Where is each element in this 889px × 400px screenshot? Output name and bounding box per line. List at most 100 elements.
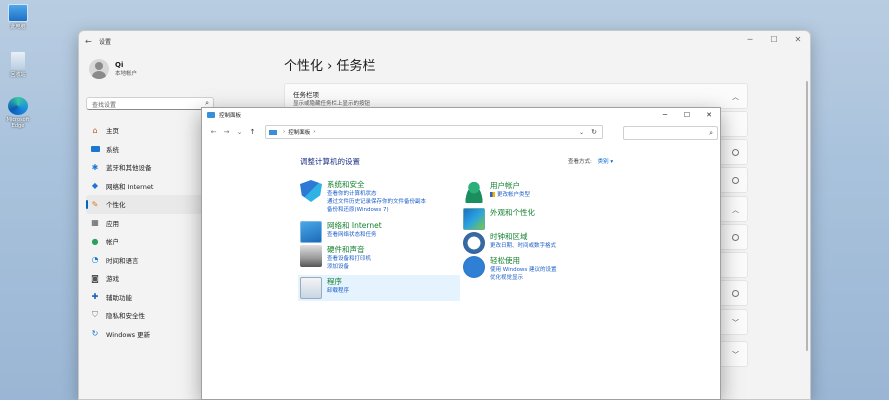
- printer-icon: [300, 245, 322, 267]
- wifi-icon: ◆: [91, 181, 99, 191]
- monitor-icon: [90, 144, 100, 153]
- category-ease-of-access: 轻松使用 使用 Windows 建议的设置 优化视觉显示: [463, 256, 557, 282]
- view-by: 查看方式: 类别 ▾: [568, 159, 614, 165]
- settings-search-input[interactable]: 查找设置 ⌕: [86, 97, 214, 110]
- category-link[interactable]: 优化视觉显示: [490, 274, 557, 282]
- scrollbar[interactable]: [806, 81, 808, 351]
- sidebar-item-personalization[interactable]: ✎ 个性化: [86, 195, 216, 214]
- search-icon: ⌕: [709, 129, 713, 137]
- category-link[interactable]: 更改日期、时间或数字格式: [490, 242, 556, 250]
- maximize-icon[interactable]: ☐: [676, 108, 698, 122]
- category-link[interactable]: 查看网络状态和任务: [327, 231, 382, 239]
- taskbar-items-title: 任务栏项: [293, 91, 319, 99]
- toggle-switch[interactable]: [732, 290, 739, 297]
- sidebar-item-home[interactable]: ⌂ 主页: [86, 121, 216, 140]
- maximize-icon[interactable]: ☐: [762, 31, 786, 47]
- view-by-dropdown[interactable]: 类别 ▾: [598, 159, 614, 165]
- category-title[interactable]: 时钟和区域: [490, 232, 556, 242]
- category-title[interactable]: 系统和安全: [327, 180, 426, 190]
- taskbar-items-panel[interactable]: 任务栏项 显示或隐藏任务栏上显示的按钮 ︿: [284, 83, 748, 109]
- address-segment[interactable]: 控制面板: [288, 128, 310, 136]
- user-card[interactable]: Qi 本地帐户: [89, 59, 137, 79]
- apps-icon: ▦: [91, 218, 99, 228]
- accessibility-icon: ✚: [91, 292, 99, 302]
- control-panel-search-input[interactable]: ⌕: [623, 126, 718, 140]
- address-bar[interactable]: › 控制面板 › ⌄ ↻: [265, 125, 603, 139]
- control-panel-window: 控制面板 ─ ☐ ✕ ← → ⌄ ↑ › 控制面板 › ⌄ ↻ ⌕ 调整计算机的…: [201, 107, 721, 400]
- category-link[interactable]: 查看你的计算机状态: [327, 190, 426, 198]
- toggle-switch[interactable]: [732, 234, 739, 241]
- category-appearance: 外观和个性化: [463, 208, 535, 230]
- category-title[interactable]: 网络和 Internet: [327, 221, 382, 231]
- sidebar-item-accessibility[interactable]: ✚ 辅助功能: [86, 288, 216, 307]
- toggle-switch[interactable]: [732, 177, 739, 184]
- desktop-icon-recycle-bin[interactable]: 回收站: [2, 52, 34, 78]
- breadcrumb-parent[interactable]: 个性化: [284, 59, 323, 74]
- forward-arrow-icon[interactable]: →: [220, 128, 233, 136]
- category-title[interactable]: 轻松使用: [490, 256, 557, 266]
- settings-window-controls: ─ ☐ ✕: [738, 31, 810, 47]
- close-icon[interactable]: ✕: [786, 31, 810, 47]
- sidebar-item-apps[interactable]: ▦ 应用: [86, 214, 216, 233]
- desktop-icon-edge[interactable]: Microsoft Edge: [2, 97, 34, 129]
- sidebar-item-network[interactable]: ◆ 网络和 Internet: [86, 177, 216, 196]
- user-account-type: 本地帐户: [115, 71, 138, 77]
- category-clock-region: 时钟和区域 更改日期、时间或数字格式: [463, 232, 556, 254]
- sidebar-item-privacy[interactable]: ⛉ 隐私和安全性: [86, 306, 216, 325]
- control-panel-titlebar: 控制面板: [202, 108, 720, 122]
- control-panel-icon: [269, 129, 277, 135]
- page-title: 任务栏: [336, 59, 376, 74]
- computer-icon: [8, 4, 28, 22]
- user-name: Qi: [115, 61, 124, 69]
- desktop-icon-this-pc[interactable]: 此电脑: [2, 4, 34, 30]
- category-link[interactable]: 通过文件历史记录保存你的文件备份副本: [327, 198, 426, 206]
- minimize-icon[interactable]: ─: [738, 31, 762, 47]
- bluetooth-icon: ✱: [91, 162, 99, 172]
- category-link[interactable]: 卸载程序: [327, 287, 349, 295]
- chevron-down-icon: ﹀: [732, 351, 739, 359]
- up-arrow-icon[interactable]: ↑: [246, 128, 259, 136]
- category-link[interactable]: 使用 Windows 建议的设置: [490, 266, 557, 274]
- breadcrumb-separator: ›: [327, 59, 333, 74]
- sidebar-item-windows-update[interactable]: ↻ Windows 更新: [86, 325, 216, 344]
- appearance-icon: [463, 208, 485, 230]
- category-programs[interactable]: 程序 卸载程序: [298, 275, 460, 301]
- category-system-security: 系统和安全 查看你的计算机状态 通过文件历史记录保存你的文件备份副本 备份和还原…: [300, 180, 426, 214]
- category-link[interactable]: 更改帐户类型: [490, 191, 530, 199]
- sidebar-item-system[interactable]: 系统: [86, 140, 216, 159]
- breadcrumb-chevron-icon: ›: [313, 129, 316, 135]
- toggle-switch[interactable]: [732, 149, 739, 156]
- category-title[interactable]: 用户帐户: [490, 181, 530, 191]
- sidebar-item-accounts[interactable]: ● 帐户: [86, 232, 216, 251]
- refresh-icon[interactable]: ↻: [591, 128, 597, 136]
- control-panel-title: 控制面板: [219, 113, 242, 119]
- avatar: [89, 59, 109, 79]
- control-panel-icon: [207, 112, 215, 118]
- sidebar-item-bluetooth[interactable]: ✱ 蓝牙和其他设备: [86, 158, 216, 177]
- sidebar-item-time-language[interactable]: ◔ 时间和语言: [86, 251, 216, 270]
- shield-system-icon: [300, 180, 322, 202]
- back-arrow-icon[interactable]: ←: [85, 37, 99, 46]
- recent-dropdown-icon[interactable]: ⌄: [233, 128, 246, 136]
- category-link[interactable]: 查看设备和打印机: [327, 255, 371, 263]
- account-icon: ●: [91, 236, 99, 246]
- chevron-down-icon[interactable]: ⌄: [579, 129, 584, 136]
- back-arrow-icon[interactable]: ←: [207, 128, 220, 136]
- minimize-icon[interactable]: ─: [654, 108, 676, 122]
- category-link[interactable]: 备份和还原(Windows 7): [327, 206, 426, 214]
- category-user-accounts: 用户帐户 更改帐户类型: [463, 181, 530, 203]
- recycle-bin-icon: [11, 52, 25, 70]
- taskbar-items-subtitle: 显示或隐藏任务栏上显示的按钮: [293, 101, 371, 107]
- user-accounts-icon: [463, 181, 485, 203]
- category-title[interactable]: 程序: [327, 277, 349, 287]
- edge-icon: [8, 97, 28, 115]
- clock-region-icon: [463, 232, 485, 254]
- category-title[interactable]: 外观和个性化: [490, 208, 535, 218]
- close-icon[interactable]: ✕: [698, 108, 720, 122]
- category-link[interactable]: 添加设备: [327, 263, 371, 271]
- sidebar-item-gaming[interactable]: ◙ 游戏: [86, 269, 216, 288]
- category-network-internet: 网络和 Internet 查看网络状态和任务: [300, 221, 382, 243]
- breadcrumb-chevron-icon: ›: [283, 129, 286, 135]
- settings-title: 设置: [99, 38, 112, 46]
- category-title[interactable]: 硬件和声音: [327, 245, 371, 255]
